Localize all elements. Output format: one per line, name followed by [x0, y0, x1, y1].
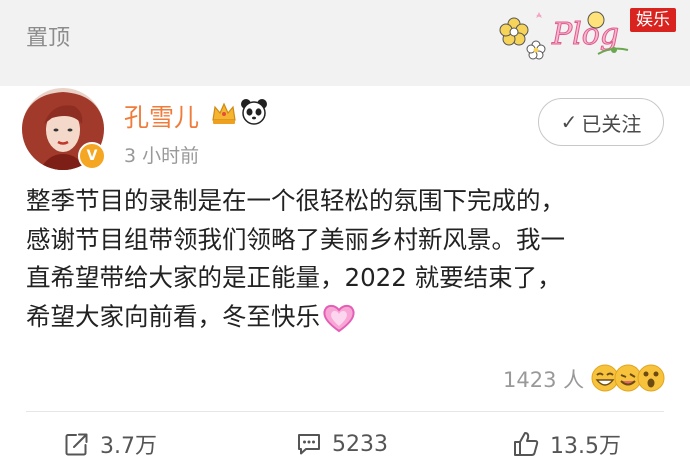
- repost-count: 3.7万: [100, 434, 157, 459]
- reaction-count[interactable]: 1423 人: [503, 364, 584, 394]
- crown-icon: [212, 102, 236, 124]
- share-icon: [65, 433, 88, 456]
- like-button[interactable]: 13.5万: [512, 424, 621, 464]
- plog-text: Plog: [551, 17, 619, 52]
- comment-count: 5233: [332, 431, 388, 457]
- flower-icon: [499, 17, 529, 46]
- following-label: 已关注: [581, 111, 642, 136]
- pinned-label: 置顶: [26, 26, 71, 51]
- laugh-emoji-icon: [591, 364, 619, 392]
- comment-button[interactable]: 5233: [296, 424, 388, 464]
- following-button[interactable]: ✓ 已关注: [538, 98, 664, 146]
- thumbs-up-icon: [514, 432, 539, 456]
- repost-button[interactable]: 3.7万: [64, 424, 157, 464]
- post-text-line: 感谢节目组带领我们领略了美丽乡村新风景。我一: [26, 224, 565, 254]
- panda-icon: [241, 99, 267, 125]
- post-time: 3 小时前: [124, 145, 200, 167]
- entertainment-badge: 娱乐: [630, 8, 676, 32]
- surprised-emoji-icon: [637, 364, 665, 392]
- check-icon: ✓: [560, 110, 578, 134]
- like-count: 13.5万: [550, 434, 621, 459]
- flower-small-icon: [526, 40, 546, 60]
- post-text: 整季节目的录制是在一个很轻松的氛围下完成的， 感谢节目组带领我们领略了美丽乡村新…: [26, 182, 671, 336]
- reaction-emojis[interactable]: [590, 362, 666, 394]
- post-text-line: 直希望带给大家的是正能量，2022 就要结束了，: [26, 263, 562, 292]
- plog-sticker: Plog: [499, 11, 629, 60]
- post-text-line-last: 希望大家向前看，冬至快乐: [26, 298, 671, 337]
- post-text-line: 希望大家向前看，冬至快乐: [26, 301, 320, 331]
- post-text-line: 整季节目的录制是在一个很轻松的氛围下完成的，: [26, 186, 565, 215]
- wink-emoji-icon: [614, 364, 642, 392]
- username[interactable]: 孔雪儿: [124, 98, 199, 134]
- pinned-header: 置顶 Plog 娱乐: [0, 0, 690, 72]
- comment-icon: [298, 434, 320, 455]
- action-divider: [26, 411, 664, 412]
- section-divider: [0, 72, 690, 86]
- pink-heart-icon: [323, 304, 355, 332]
- verified-icon: V: [78, 142, 106, 170]
